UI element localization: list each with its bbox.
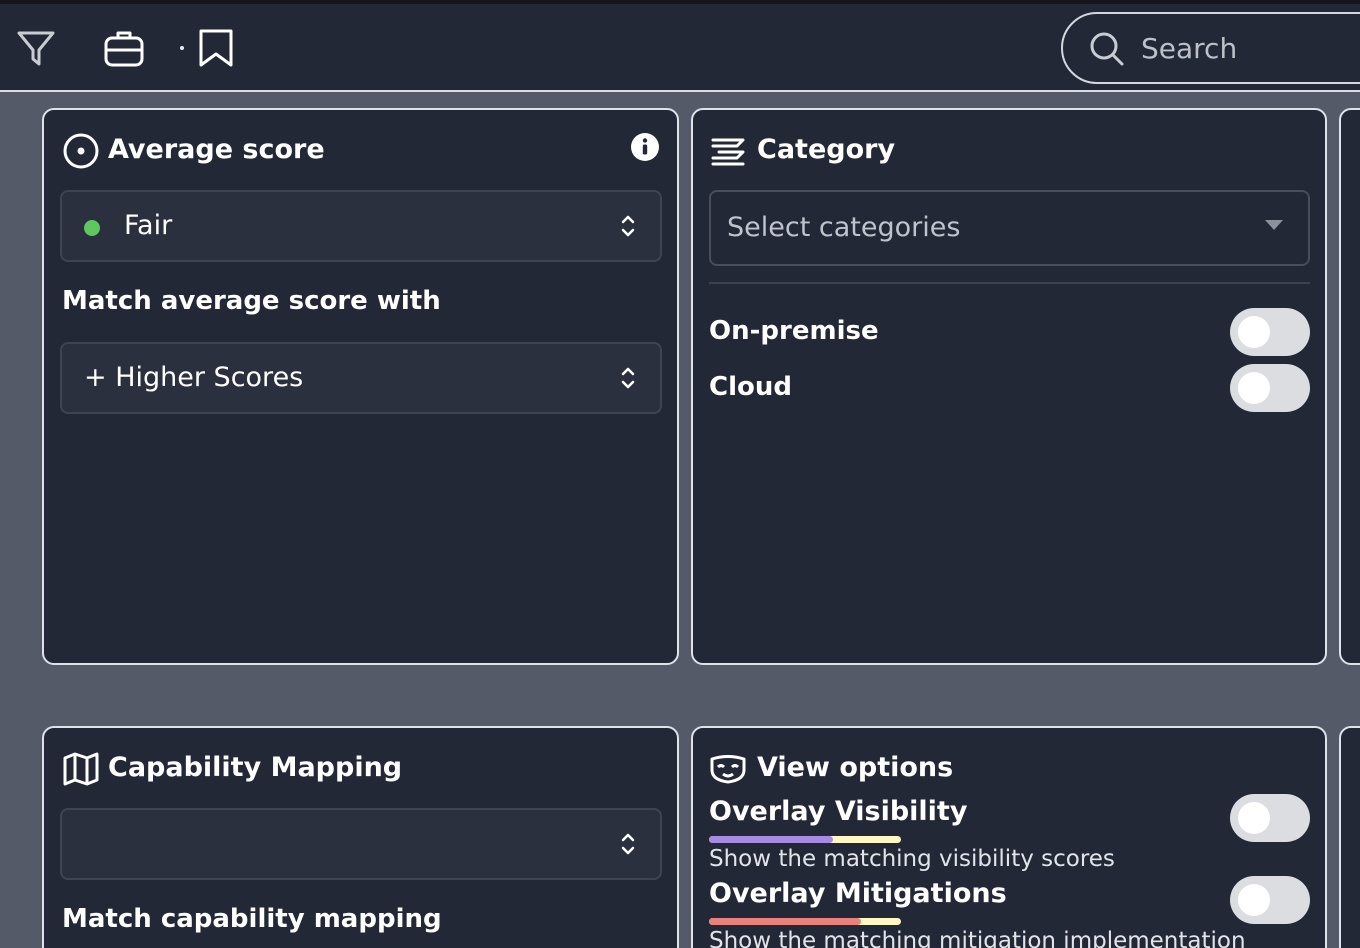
match-average-score-label: Match average score with bbox=[62, 286, 441, 316]
category-select[interactable]: Select categories bbox=[709, 190, 1310, 266]
briefcase-icon[interactable] bbox=[104, 28, 144, 68]
category-title: Category bbox=[757, 134, 896, 165]
search-input[interactable] bbox=[1141, 26, 1360, 70]
average-score-value: Fair bbox=[124, 210, 173, 241]
map-icon bbox=[62, 750, 100, 788]
updown-chevron-icon bbox=[619, 830, 637, 858]
toolbar bbox=[0, 4, 1360, 92]
toggle-knob bbox=[1238, 884, 1270, 916]
status-dot bbox=[84, 220, 100, 236]
capability-mapping-card: Capability Mapping Match capability mapp… bbox=[42, 726, 679, 948]
separator-dot bbox=[180, 46, 184, 50]
average-score-card: Average score Fair Match average score w… bbox=[42, 108, 679, 665]
on-premise-label: On-premise bbox=[709, 316, 879, 346]
dropdown-caret-icon bbox=[1265, 220, 1283, 230]
on-premise-toggle[interactable] bbox=[1230, 308, 1310, 356]
category-card: Category Select categories On-premise Cl… bbox=[691, 108, 1327, 665]
cloud-toggle[interactable] bbox=[1230, 364, 1310, 412]
mask-icon bbox=[709, 750, 747, 788]
view-options-card: View options Overlay Visibility Show the… bbox=[691, 726, 1327, 948]
match-average-score-value: + Higher Scores bbox=[84, 362, 304, 393]
layers-icon bbox=[709, 132, 747, 170]
overlay-mitigations-description: Show the matching mitigation implementat… bbox=[709, 928, 1246, 948]
search-icon bbox=[1090, 32, 1124, 66]
overlay-mitigations-toggle[interactable] bbox=[1230, 876, 1310, 924]
match-average-score-select[interactable]: + Higher Scores bbox=[60, 342, 662, 414]
search-box[interactable] bbox=[1061, 12, 1360, 84]
partial-card-right-bottom bbox=[1339, 726, 1360, 948]
category-divider bbox=[709, 282, 1310, 284]
category-select-placeholder: Select categories bbox=[727, 212, 961, 243]
mitigations-legend-bar-accent bbox=[709, 918, 861, 925]
overlay-visibility-description: Show the matching visibility scores bbox=[709, 846, 1115, 872]
filter-icon[interactable] bbox=[16, 28, 56, 68]
updown-chevron-icon bbox=[619, 364, 637, 392]
average-score-title: Average score bbox=[108, 134, 325, 165]
toggle-knob bbox=[1238, 372, 1270, 404]
overlay-visibility-label: Overlay Visibility bbox=[709, 796, 968, 827]
cloud-label: Cloud bbox=[709, 372, 792, 402]
view-options-title: View options bbox=[757, 752, 954, 783]
toggle-knob bbox=[1238, 802, 1270, 834]
visibility-legend-bar-accent bbox=[709, 836, 833, 843]
partial-card-right bbox=[1339, 108, 1360, 665]
match-capability-mapping-label: Match capability mapping bbox=[62, 904, 442, 934]
capability-mapping-title: Capability Mapping bbox=[108, 752, 403, 783]
updown-chevron-icon bbox=[619, 212, 637, 240]
info-icon[interactable] bbox=[630, 132, 660, 162]
overlay-mitigations-label: Overlay Mitigations bbox=[709, 878, 1007, 909]
target-icon bbox=[62, 132, 100, 170]
capability-mapping-select[interactable] bbox=[60, 808, 662, 880]
toggle-knob bbox=[1238, 316, 1270, 348]
average-score-select[interactable]: Fair bbox=[60, 190, 662, 262]
bookmark-icon[interactable] bbox=[196, 28, 236, 68]
overlay-visibility-toggle[interactable] bbox=[1230, 794, 1310, 842]
